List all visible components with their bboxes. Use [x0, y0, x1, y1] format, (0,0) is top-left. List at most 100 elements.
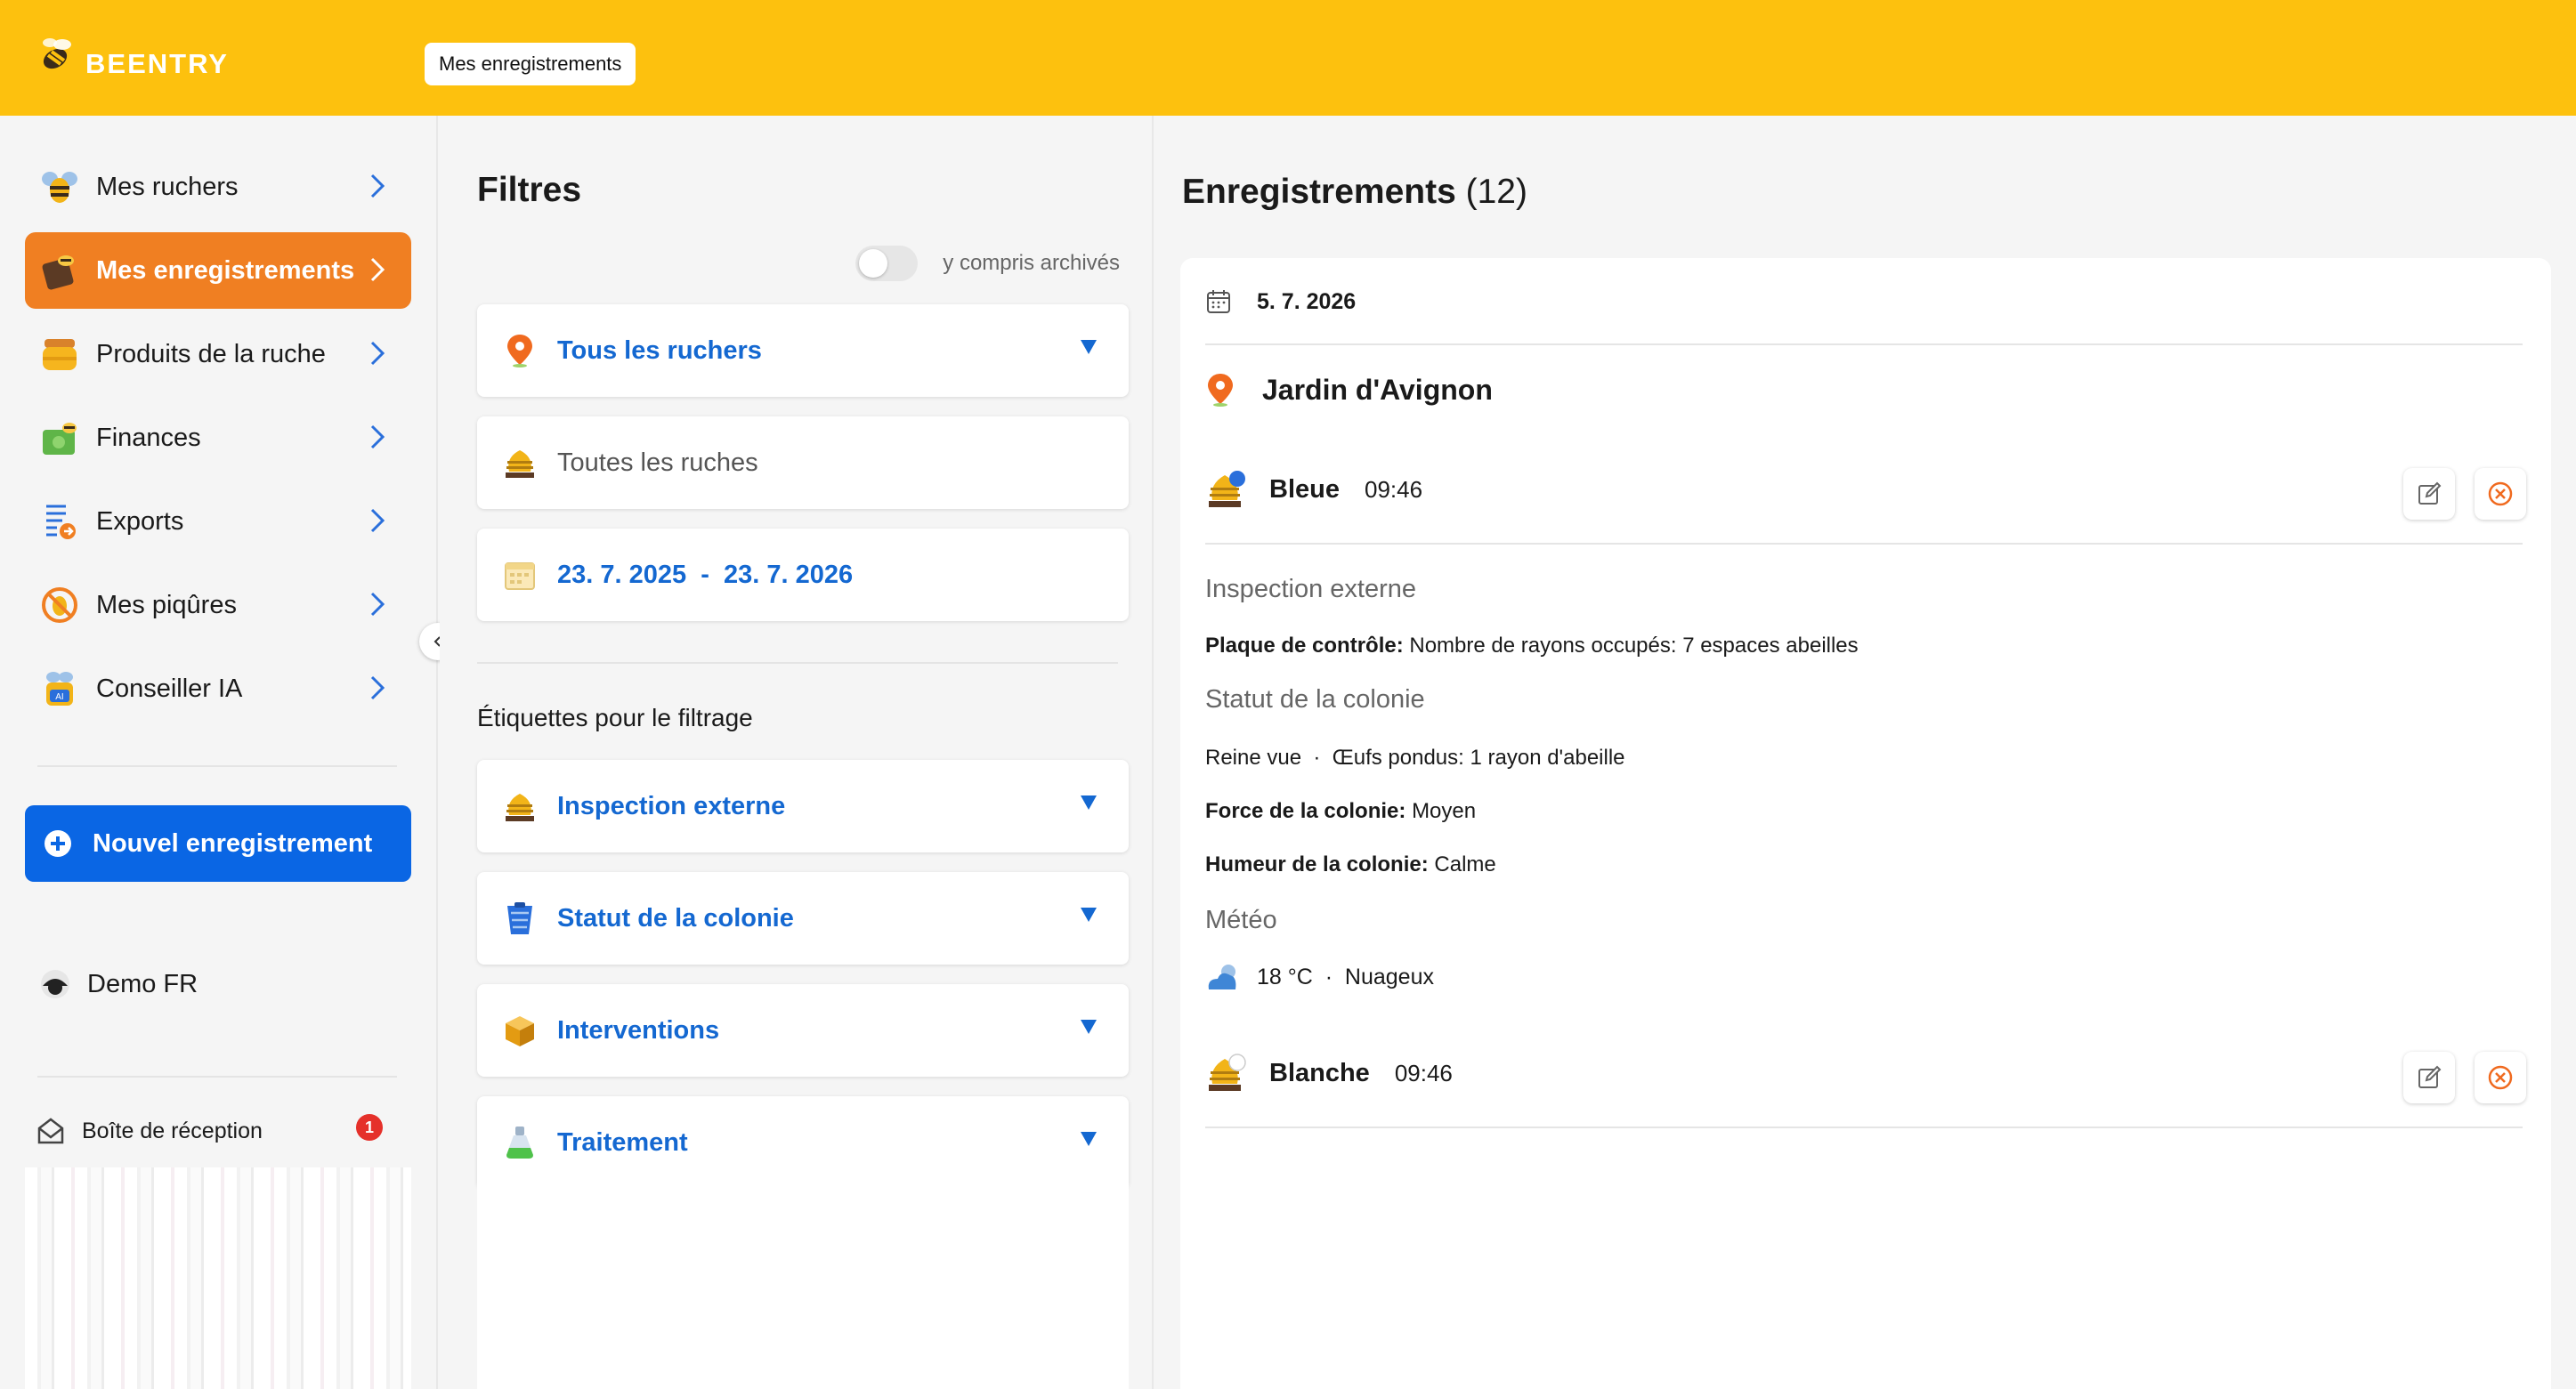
inbox-link[interactable]: Boîte de réception 1 [36, 1114, 383, 1146]
user-name: Demo FR [87, 969, 198, 998]
filters-title: Filtres [477, 171, 582, 209]
close-circle-icon [2488, 481, 2513, 506]
weather-line: 18 °C · Nuageux [1205, 961, 1434, 993]
caret-down-icon [1081, 908, 1097, 922]
date-range-value: 23. 7. 2025 - 23. 7. 2026 [557, 560, 854, 589]
section-inspection: Inspection externe [1205, 575, 1416, 603]
sidebar-item-conseiller-ia[interactable]: AI Conseiller IA [25, 650, 411, 727]
record-card: 5. 7. 2026 Jardin d'Avignon Bleue 09:46 … [1180, 258, 2551, 1389]
hive-entry-header: Bleue 09:46 [1205, 468, 1422, 511]
edit-icon [2418, 481, 2442, 505]
sidebar-item-label: Exports [96, 506, 184, 536]
hive-name: Bleue [1269, 474, 1340, 504]
money-icon [37, 416, 82, 460]
hive-time: 09:46 [1394, 1059, 1453, 1086]
section-status: Statut de la colonie [1205, 685, 1425, 714]
hive-select[interactable]: Toutes les ruches [477, 416, 1129, 509]
inbox-badge: 1 [356, 1114, 383, 1141]
sting-icon [37, 583, 82, 627]
box-icon [502, 1013, 538, 1048]
sidebar-divider [37, 1076, 397, 1078]
beehive-icon [502, 788, 538, 824]
breadcrumb[interactable]: Mes enregistrements [425, 43, 636, 85]
sidebar-item-mes-enregistrements[interactable]: Mes enregistrements [25, 232, 411, 309]
sidebar-item-label: Finances [96, 423, 201, 452]
weather-text: 18 °C · Nuageux [1257, 964, 1434, 989]
top-bar: BEENTRY Mes enregistrements [0, 0, 2576, 116]
tag-filter-interventions[interactable]: Interventions [477, 984, 1129, 1077]
bee-icon [37, 165, 82, 209]
sidebar-item-label: Produits de la ruche [96, 339, 326, 368]
mood-line: Humeur de la colonie: Calme [1205, 852, 1496, 877]
records-panel: Enregistrements (12) 5. 7. 2026 Jardin d… [1155, 116, 2576, 1389]
edit-button[interactable] [2403, 468, 2455, 520]
entry-actions [2403, 1052, 2526, 1103]
honey-jar-icon [37, 332, 82, 376]
hive-name: Blanche [1269, 1058, 1370, 1087]
edit-button[interactable] [2403, 1052, 2455, 1103]
delete-button[interactable] [2475, 468, 2526, 520]
divider [1205, 343, 2523, 345]
tag-filter-statut[interactable]: Statut de la colonie [477, 872, 1129, 965]
archived-toggle-row: y compris archivés [855, 246, 1120, 281]
tag-filter-inspection[interactable]: Inspection externe [477, 760, 1129, 852]
records-count: (12) [1465, 173, 1527, 211]
location-pin-icon [502, 333, 538, 368]
chevron-right-icon [370, 257, 385, 282]
chevron-right-icon [370, 424, 385, 449]
new-record-button[interactable]: Nouvel enregistrement [25, 805, 411, 882]
queen-line: Reine vue · Œufs pondus: 1 rayon d'abeil… [1205, 746, 1625, 770]
sidebar-divider [37, 765, 397, 767]
sidebar-item-label: Mes piqûres [96, 590, 237, 619]
filters-divider [477, 662, 1118, 664]
sidebar-item-produits[interactable]: Produits de la ruche [25, 316, 411, 392]
chevron-right-icon [370, 508, 385, 533]
record-apiary-name: Jardin d'Avignon [1262, 373, 1493, 406]
divider [1205, 543, 2523, 545]
potion-flask-icon [502, 1125, 538, 1160]
hive-select-value: Toutes les ruches [557, 448, 758, 477]
beehive-white-icon [1209, 1054, 1246, 1091]
sidebar-item-finances[interactable]: Finances [25, 400, 411, 476]
close-circle-icon [2488, 1065, 2513, 1090]
force-label: Force de la colonie: [1205, 799, 1406, 823]
mood-label: Humeur de la colonie: [1205, 852, 1429, 876]
beehive-icon [502, 445, 538, 480]
record-date: 5. 7. 2026 [1205, 288, 1356, 315]
bee-logo-icon [43, 38, 71, 69]
apiary-select-value: Tous les ruchers [557, 335, 762, 365]
calendar-icon [1207, 290, 1230, 313]
logo[interactable]: BEENTRY [36, 32, 229, 80]
record-apiary: Jardin d'Avignon [1205, 372, 1493, 408]
sidebar-item-exports[interactable]: Exports [25, 483, 411, 560]
inbox-label: Boîte de réception [82, 1118, 263, 1143]
filters-empty-area [477, 1167, 1129, 1389]
svg-text:AI: AI [55, 692, 63, 702]
location-pin-icon [1208, 374, 1233, 407]
delete-button[interactable] [2475, 1052, 2526, 1103]
mood-value: Calme [1434, 852, 1496, 876]
force-line: Force de la colonie: Moyen [1205, 799, 1476, 824]
hive-time: 09:46 [1364, 475, 1423, 503]
sidebar-item-piqures[interactable]: Mes piqûres [25, 567, 411, 643]
notebook-bee-icon [37, 248, 82, 293]
date-range-select[interactable]: 23. 7. 2025 - 23. 7. 2026 [477, 529, 1129, 621]
archived-toggle-label: y compris archivés [943, 251, 1120, 275]
user-profile[interactable]: Demo FR [37, 966, 198, 1002]
brand-name: BEENTRY [85, 48, 229, 79]
avatar [41, 970, 69, 998]
labels-title: Étiquettes pour le filtrage [477, 704, 753, 731]
sidebar-item-mes-ruchers[interactable]: Mes ruchers [25, 149, 411, 225]
sidebar-item-label: Conseiller IA [96, 674, 243, 703]
record-date-text: 5. 7. 2026 [1257, 288, 1357, 314]
divider [1205, 1127, 2523, 1128]
sidebar-item-label: Mes ruchers [96, 172, 239, 201]
sidebar: Mes ruchers Mes enregistrements Produits… [0, 116, 438, 1389]
tag-filter-label: Interventions [557, 1015, 720, 1045]
sidebar-item-label: Mes enregistrements [96, 255, 355, 285]
sidebar-footer-image [25, 1167, 411, 1389]
tag-filter-label: Statut de la colonie [557, 903, 794, 933]
caret-down-icon [1081, 795, 1097, 810]
archived-toggle[interactable] [855, 246, 919, 281]
apiary-select[interactable]: Tous les ruchers [477, 304, 1129, 397]
